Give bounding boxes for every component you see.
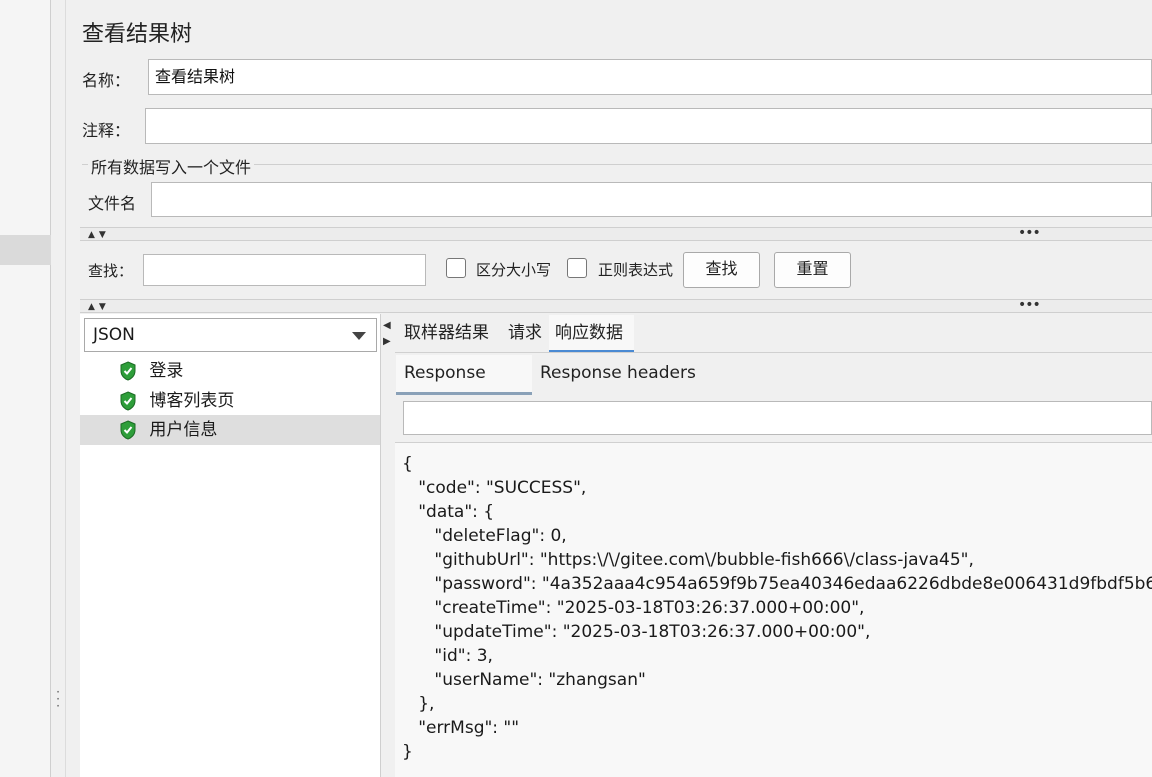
regex-label: 正则表达式: [598, 261, 674, 279]
json-line: "errMsg": "": [402, 718, 520, 738]
search-label: 查找：: [88, 262, 134, 280]
file-group-label: 所有数据写入一个文件: [88, 154, 255, 178]
chevron-down-icon: [352, 332, 366, 340]
case-sensitive-checkbox[interactable]: [446, 258, 466, 278]
filename-field[interactable]: [151, 182, 1152, 217]
json-line: "id": 3,: [402, 646, 493, 666]
json-line: "deleteFlag": 0,: [402, 526, 567, 546]
comment-label: 注释：: [82, 121, 131, 140]
find-button[interactable]: 查找: [683, 252, 760, 288]
filename-label: 文件名: [88, 194, 137, 213]
json-line: },: [402, 694, 435, 714]
tree-item-blog-list[interactable]: 博客列表页: [80, 386, 380, 416]
tree-item-user-info[interactable]: 用户信息: [80, 415, 380, 445]
success-shield-icon: [120, 420, 136, 440]
subtab-response-body[interactable]: Response Body: [396, 355, 532, 419]
name-field-value: 查看结果树: [155, 67, 236, 86]
reset-button[interactable]: 重置: [774, 252, 851, 288]
tree-item-label: 博客列表页: [149, 391, 235, 411]
collapse-divider-bottom[interactable]: [80, 299, 1152, 313]
collapse-divider-top[interactable]: [80, 227, 1152, 241]
splitter-handle[interactable]: · · ·: [54, 686, 62, 713]
json-line: }: [402, 742, 413, 762]
tab-response-data[interactable]: 响应数据: [549, 315, 634, 353]
json-line: "createTime": "2025-03-18T03:26:37.000+0…: [402, 598, 865, 618]
json-line: "data": {: [402, 502, 495, 522]
json-line: {: [402, 454, 413, 474]
json-line: "userName": "zhangsan": [402, 670, 646, 690]
body-search-input[interactable]: [403, 401, 1152, 435]
panel-title: 查看结果树: [82, 22, 193, 47]
subtab-response-headers[interactable]: Response headers: [532, 355, 704, 395]
success-shield-icon: [120, 391, 136, 411]
json-line: "code": "SUCCESS",: [402, 478, 587, 498]
json-line: "githubUrl": "https:\/\/gitee.com\/bubbl…: [402, 550, 974, 570]
tree-item-label: 用户信息: [149, 420, 218, 440]
json-line: "password": "4a352aaa4c954a659f9b75ea403…: [402, 574, 1152, 594]
tab-separator: [395, 352, 1152, 353]
success-shield-icon: [120, 361, 136, 381]
name-field[interactable]: 查看结果树: [148, 59, 1152, 95]
more-dots-icon[interactable]: •••: [1018, 226, 1041, 240]
tab-sampler-result[interactable]: 取样器结果: [398, 315, 495, 353]
name-label: 名称：: [82, 71, 131, 90]
json-line: "updateTime": "2025-03-18T03:26:37.000+0…: [402, 622, 871, 642]
regex-checkbox[interactable]: [567, 258, 587, 278]
renderer-dropdown[interactable]: JSON: [84, 318, 377, 352]
renderer-dropdown-value: JSON: [93, 325, 135, 345]
case-sensitive-label: 区分大小写: [476, 261, 552, 279]
more-dots-icon-2[interactable]: •••: [1018, 298, 1041, 312]
tree-item-label: 登录: [149, 361, 184, 381]
search-input[interactable]: [143, 254, 426, 286]
comment-field[interactable]: [145, 108, 1152, 144]
test-plan-tree-pane: [0, 0, 51, 777]
tab-request[interactable]: 请求: [502, 315, 548, 353]
split-arrows-icon[interactable]: ◀ ▶: [383, 318, 391, 350]
tree-item-login[interactable]: 登录: [80, 356, 380, 386]
collapse-arrows-icon[interactable]: ▲▼: [88, 229, 110, 241]
response-body-pane[interactable]: { "code": "SUCCESS", "data": { "deleteFl…: [395, 442, 1152, 777]
collapse-arrows-icon-2[interactable]: ▲▼: [88, 301, 110, 313]
test-plan-tree-selected-row[interactable]: [0, 235, 51, 265]
